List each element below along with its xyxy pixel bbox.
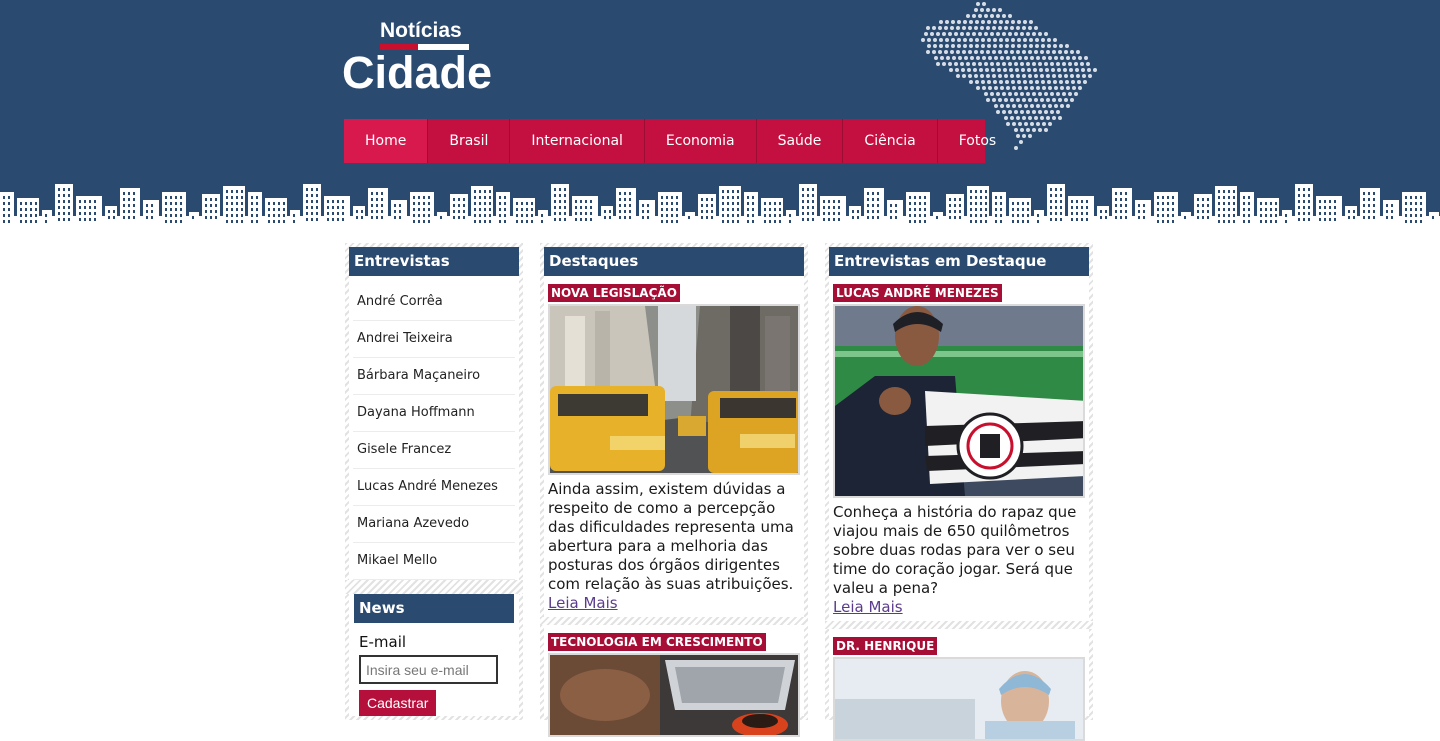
desk-laptop-photo[interactable] [548,653,800,737]
nav-brasil[interactable]: Brasil [428,119,511,163]
article-tag[interactable]: LUCAS ANDRÉ MENEZES [833,284,1002,302]
article-tag[interactable]: NOVA LEGISLAÇÃO [548,284,680,302]
article-card: NOVA LEGISLAÇÃO Ainda assim, existem dúv… [540,276,808,625]
nav-economia[interactable]: Economia [645,119,757,163]
interview-link[interactable]: Lucas André Menezes [353,469,515,506]
highlights-column: Destaques NOVA LEGISLAÇÃO Ainda assim, e… [540,243,808,737]
article-excerpt: Ainda assim, existem dúvidas a respeito … [548,480,794,593]
interviews-list: André Corrêa Andrei Teixeira Bárbara Maç… [349,276,519,580]
article-card: LUCAS ANDRÉ MENEZES Conheça a história d… [825,276,1093,629]
site-logo[interactable]: Notícias Cidade [342,18,512,98]
main-nav: Home Brasil Internacional Economia Saúde… [344,119,996,163]
sidebar-inner: Entrevistas André Corrêa Andrei Teixeira… [345,247,523,716]
interview-link[interactable]: Dayana Hoffmann [353,395,515,432]
subscribe-button[interactable]: Cadastrar [359,690,437,716]
nav-home[interactable]: Home [344,119,429,163]
featured-interviews-title: Entrevistas em Destaque [829,247,1089,276]
featured-interviews-column: Entrevistas em Destaque LUCAS ANDRÉ MENE… [825,243,1093,741]
site-header: Notícias Cidade Home Brasil Internaciona… [0,0,1440,228]
newsletter-title: News [354,594,514,623]
interview-link[interactable]: Gisele Francez [353,432,515,469]
article-tag[interactable]: TECNOLOGIA EM CRESCIMENTO [548,633,766,651]
desk-laptop-image [550,655,798,735]
article-card: TECNOLOGIA EM CRESCIMENTO [544,625,804,737]
featured-interviews-inner: Entrevistas em Destaque LUCAS ANDRÉ MENE… [825,247,1093,741]
interview-link[interactable]: André Corrêa [353,284,515,321]
taxi-street-image [550,306,798,473]
nav-ciencia[interactable]: Ciência [843,119,938,163]
read-more-link[interactable]: Leia Mais [548,594,800,613]
interview-link[interactable]: Andrei Teixeira [353,321,515,358]
logo-small-text: Notícias [380,19,462,42]
section-divider [345,580,523,594]
doctor-image [835,659,1083,739]
nav-saude[interactable]: Saúde [757,119,844,163]
interview-link[interactable]: Mikael Mello [353,543,515,580]
article-tag[interactable]: DR. HENRIQUE [833,637,938,655]
doctor-photo[interactable] [833,657,1085,741]
article-card: DR. HENRIQUE [829,629,1089,741]
newsletter-box: News E-mail Cadastrar [349,594,519,716]
interview-link[interactable]: Bárbara Maçaneiro [353,358,515,395]
article-divider [540,617,808,625]
highlights-inner: Destaques NOVA LEGISLAÇÃO Ainda assim, e… [540,247,808,737]
article-divider [825,621,1093,629]
nav-fotos[interactable]: Fotos [938,119,1017,163]
logo-big-text: Cidade [342,47,493,98]
city-skyline-graphic [0,184,1440,228]
interview-link[interactable]: Mariana Azevedo [353,506,515,543]
highlights-title: Destaques [544,247,804,276]
article-excerpt: Conheça a história do rapaz que viajou m… [833,503,1077,597]
fan-with-flag-photo[interactable] [833,304,1085,498]
sidebar-interviews: Entrevistas André Corrêa Andrei Teixeira… [345,243,523,720]
interviews-title: Entrevistas [349,247,519,276]
read-more-link[interactable]: Leia Mais [833,598,1085,617]
email-label: E-mail [359,633,407,651]
nav-internacional[interactable]: Internacional [510,119,645,163]
taxi-street-photo[interactable] [548,304,800,475]
email-field[interactable] [359,655,498,684]
fan-with-flag-image [835,306,1083,496]
